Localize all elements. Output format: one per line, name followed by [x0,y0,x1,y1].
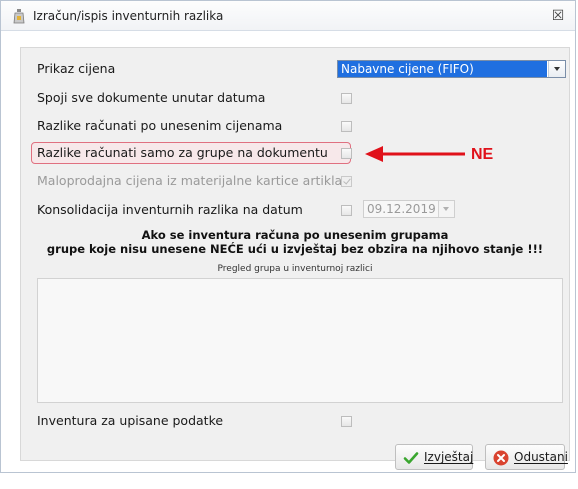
groups-caption: Pregled grupa u inventurnoj razlici [217,264,373,274]
entered-data-checkbox[interactable] [341,416,352,427]
consolidation-label: Konsolidacija inventurnih razlika na dat… [37,202,303,217]
retail-from-card-label: Maloprodajna cijena iz materijalne karti… [37,173,343,188]
diff-groups-only-label: Razlike računati samo za grupe na dokume… [37,145,328,160]
report-button-label: Izvještaj [424,450,474,464]
merge-docs-label: Spoji sve dokumente unutar datuma [37,90,266,105]
diff-entered-prices-checkbox[interactable] [341,121,352,132]
red-arrow-icon [365,146,465,162]
consolidation-checkbox[interactable] [341,205,352,216]
checkmark-icon [403,452,419,464]
app-icon [13,9,25,24]
cancel-icon [493,450,509,466]
window-title: Izračun/ispis inventurnih razlika [33,9,224,23]
close-icon[interactable]: ☒ [549,7,567,25]
title-bar: Izračun/ispis inventurnih razlika ☒ [1,1,575,31]
diff-entered-prices-label: Razlike računati po unesenim cijenama [37,118,283,133]
notice-line-2: grupe koje nisu unesene NEĆE ući u izvje… [46,242,544,256]
price-display-select[interactable]: Nabavne cijene (FIFO) [337,60,566,78]
diff-groups-only-checkbox[interactable] [341,148,352,159]
chevron-down-icon[interactable] [548,61,565,77]
dialog-window: Izračun/ispis inventurnih razlika ☒ Prik… [0,0,576,473]
consolidation-date-value: 09.12.2019 [367,202,436,216]
price-display-label: Prikaz cijena [37,61,116,76]
calendar-dropdown-icon[interactable] [438,201,454,217]
cancel-button[interactable]: Odustani [485,444,568,470]
merge-docs-checkbox[interactable] [341,93,352,104]
cancel-button-label: Odustani [514,450,568,464]
retail-from-card-checkbox [341,176,352,187]
notice-line-1: Ako se inventura računa po unesenim grup… [141,228,449,242]
options-panel: Prikaz cijena Nabavne cijene (FIFO) Spoj… [20,47,570,470]
groups-list[interactable] [37,278,563,403]
entered-data-label: Inventura za upisane podatke [37,413,224,428]
consolidation-date-field[interactable]: 09.12.2019 [363,200,455,218]
annotation-ne-label: NE [471,146,494,163]
price-display-value: Nabavne cijene (FIFO) [338,61,547,77]
report-button[interactable]: Izvještaj [395,444,473,470]
